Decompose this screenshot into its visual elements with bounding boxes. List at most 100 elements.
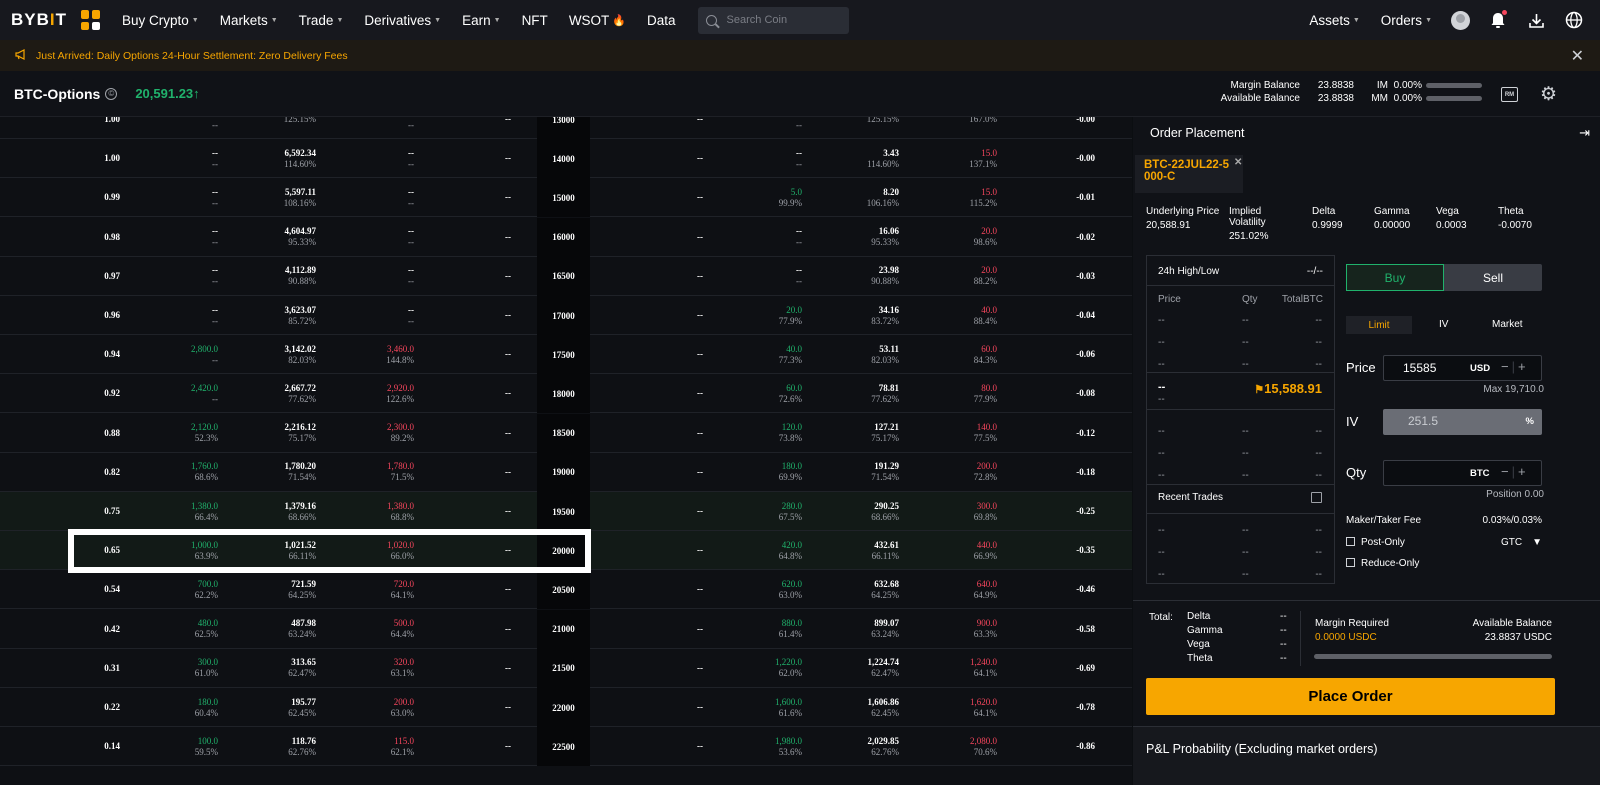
option-row[interactable]: 0.96 -- -- 3,623.07 85.72% -- -- -- -- 20.0 77.9% 3…: [0, 296, 1132, 335]
cell-delta2[interactable]: -0.58: [1005, 610, 1095, 649]
cell-bid[interactable]: ----: [128, 296, 218, 335]
cell-bid2[interactable]: ----: [712, 117, 802, 139]
cell-mark[interactable]: 721.59 64.25%: [226, 570, 316, 609]
cell-delta2[interactable]: -0.02: [1005, 218, 1095, 257]
cell-ask2[interactable]: 1,620.0 64.1%: [907, 688, 997, 727]
cell-ask2[interactable]: 300.0 69.8%: [907, 492, 997, 531]
cell-mark2[interactable]: 3.43 114.60%: [809, 139, 899, 178]
cell-ask[interactable]: ----: [324, 117, 414, 139]
cell-bid[interactable]: 100.0 59.5%: [128, 727, 218, 766]
cell-ask[interactable]: ----: [324, 218, 414, 257]
cell-bid[interactable]: ----: [128, 218, 218, 257]
cell-delta[interactable]: 0.99: [30, 178, 120, 217]
cell-mark[interactable]: 125.15%: [226, 117, 316, 139]
cell-mark[interactable]: 3,142.02 82.03%: [226, 335, 317, 374]
cell-delta2[interactable]: -0.01: [1005, 178, 1095, 217]
cell-ask2[interactable]: 1,240.0 64.1%: [907, 649, 997, 688]
cell-ask2[interactable]: 2,080.0 70.6%: [907, 727, 997, 766]
cell-pos2[interactable]: --: [613, 570, 703, 609]
cell-delta2[interactable]: -0.04: [1005, 296, 1095, 335]
cell-bid[interactable]: 2,120.0 52.3%: [128, 414, 218, 453]
cell-mark[interactable]: 118.76 62.76%: [226, 727, 316, 766]
cell-mark[interactable]: 487.98 63.24%: [226, 610, 316, 649]
cell-mark[interactable]: 4,604.97 95.33%: [226, 218, 317, 257]
cell-bid[interactable]: 1,380.0 66.4%: [128, 492, 218, 531]
cell-ask2[interactable]: 80.0 77.9%: [907, 374, 997, 413]
cell-mark[interactable]: 5,597.11 108.16%: [226, 178, 316, 217]
price-input[interactable]: 15585 USD − | +: [1383, 355, 1542, 381]
cell-mark[interactable]: 3,623.07 85.72%: [226, 296, 317, 335]
stepper[interactable]: − | +: [1501, 464, 1526, 479]
stepper[interactable]: − | +: [1501, 359, 1526, 374]
tab-limit[interactable]: Limit: [1346, 316, 1412, 334]
cell-mark2[interactable]: 127.21 75.17%: [809, 414, 899, 453]
cell-pos[interactable]: --: [421, 492, 511, 531]
cell-mark2[interactable]: 53.11 82.03%: [809, 335, 899, 374]
cell-mark2[interactable]: 78.81 77.62%: [809, 374, 899, 413]
info-icon[interactable]: ©: [105, 87, 118, 100]
nav-wsot[interactable]: WSOT 🔥: [569, 13, 626, 28]
cell-mark2[interactable]: 16.06 95.33%: [809, 218, 899, 257]
cell-ask2[interactable]: 440.0 66.9%: [907, 531, 997, 570]
cell-delta[interactable]: 1.00: [30, 117, 120, 139]
search-box[interactable]: [697, 6, 849, 34]
cell-pos[interactable]: --: [421, 178, 511, 217]
cell-pos2[interactable]: --: [613, 257, 703, 296]
cell-mark[interactable]: 6,592.34 114.60%: [226, 139, 316, 178]
cell-pos2[interactable]: --: [613, 218, 703, 257]
cell-bid2[interactable]: 1,980.0 53.6%: [712, 727, 802, 766]
nav-earn[interactable]: Earn ▼: [462, 13, 500, 28]
cell-bid2[interactable]: 420.0 64.8%: [712, 531, 802, 570]
cell-pos[interactable]: --: [421, 727, 511, 766]
nav-trade[interactable]: Trade ▼: [299, 13, 344, 28]
cell-bid2[interactable]: 5.0 99.9%: [712, 178, 802, 217]
cell-bid[interactable]: ----: [128, 257, 218, 296]
nav-data[interactable]: Data: [647, 13, 676, 28]
cell-mark2[interactable]: 2,029.85 62.76%: [809, 727, 900, 766]
cell-bid[interactable]: ----: [128, 117, 218, 139]
cell-mark[interactable]: 1,780.20 71.54%: [226, 453, 317, 492]
cell-ask[interactable]: ----: [324, 178, 414, 217]
option-row[interactable]: 0.88 2,120.0 52.3% 2,216.12 75.17% 2,300.0 89.…: [0, 413, 1132, 453]
bell-icon[interactable]: [1488, 10, 1508, 30]
cell-bid[interactable]: ----: [128, 139, 218, 178]
cell-pos2[interactable]: --: [613, 374, 703, 413]
cell-ask[interactable]: 320.0 63.1%: [324, 649, 414, 688]
option-row[interactable]: 0.31 300.0 61.0% 313.65 62.47% 320.0 63.1% -- --…: [0, 648, 1132, 688]
cell-delta[interactable]: 0.14: [30, 727, 120, 766]
cell-delta[interactable]: 0.92: [30, 374, 120, 413]
cell-ask2[interactable]: 200.0 72.8%: [907, 453, 997, 492]
cell-delta[interactable]: 0.82: [30, 453, 120, 492]
cell-pos2[interactable]: --: [613, 688, 703, 727]
apps-grid-icon[interactable]: [81, 10, 101, 30]
cell-ask[interactable]: ----: [324, 257, 414, 296]
pnl-probability[interactable]: P&L Probability (Excluding market orders…: [1133, 726, 1600, 785]
cell-bid2[interactable]: 20.0 77.9%: [712, 296, 802, 335]
cell-pos[interactable]: --: [421, 570, 511, 609]
cell-mark[interactable]: 1,379.16 68.66%: [226, 492, 317, 531]
cell-pos2[interactable]: --: [613, 335, 703, 374]
post-only-checkbox[interactable]: Post-Only: [1346, 537, 1405, 548]
cell-mark2[interactable]: 191.29 71.54%: [809, 453, 899, 492]
cell-delta2[interactable]: -0.25: [1005, 492, 1095, 531]
cell-delta[interactable]: 0.75: [30, 492, 120, 531]
option-row[interactable]: 0.75 1,380.0 66.4% 1,379.16 68.66% 1,380.0 68.…: [0, 492, 1132, 531]
cell-mark2[interactable]: 8.20 106.16%: [809, 178, 899, 217]
cell-delta2[interactable]: -0.03: [1005, 257, 1095, 296]
nav-nft[interactable]: NFT: [522, 13, 548, 28]
cell-pos[interactable]: --: [421, 610, 511, 649]
cell-ask2[interactable]: 40.0 88.4%: [907, 296, 997, 335]
cell-pos2[interactable]: --: [613, 649, 703, 688]
cell-pos2[interactable]: --: [613, 414, 703, 453]
tab-market[interactable]: Market: [1492, 319, 1523, 330]
collapse-icon[interactable]: ⇥: [1579, 125, 1590, 141]
cell-pos2[interactable]: --: [613, 453, 703, 492]
cell-bid2[interactable]: ----: [712, 218, 802, 257]
option-row[interactable]: 0.14 100.0 59.5% 118.76 62.76% 115.0 62.1% -- --…: [0, 727, 1132, 767]
option-row[interactable]: 0.97 -- -- 4,112.89 90.88% -- -- -- -- -- -- 23.98 9…: [0, 256, 1132, 296]
cell-ask[interactable]: 1,780.0 71.5%: [324, 453, 414, 492]
option-row[interactable]: 0.22 180.0 60.4% 195.77 62.45% 200.0 63.0% -- --…: [0, 688, 1132, 727]
cell-ask2[interactable]: 640.0 64.9%: [907, 570, 997, 609]
cell-delta2[interactable]: -0.69: [1005, 649, 1095, 688]
cell-mark2[interactable]: 432.61 66.11%: [809, 531, 899, 570]
